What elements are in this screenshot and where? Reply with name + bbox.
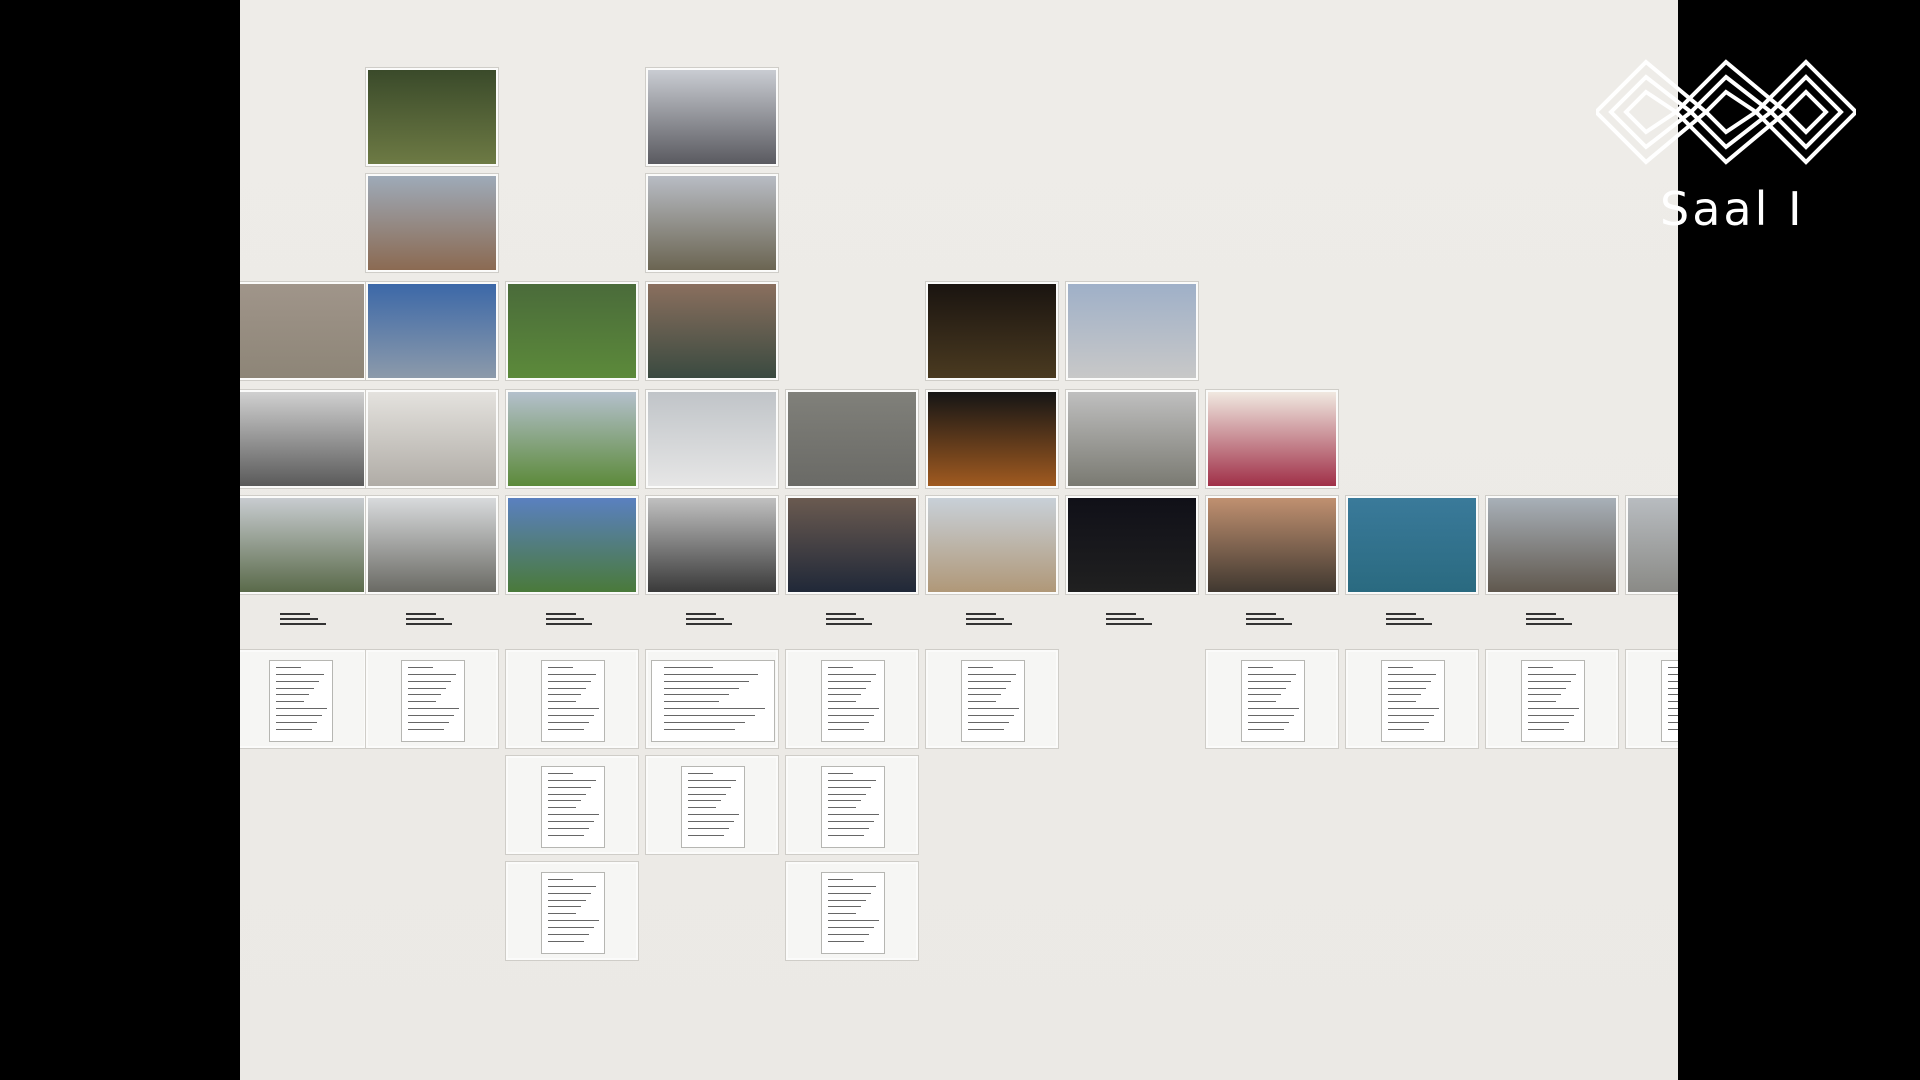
photo-tile bbox=[1066, 390, 1198, 488]
caption-block bbox=[966, 610, 1076, 632]
photo-tile bbox=[1346, 496, 1478, 594]
document-tile bbox=[506, 862, 638, 960]
photo-tile bbox=[240, 390, 366, 488]
caption-block bbox=[280, 610, 390, 632]
photo-tile bbox=[240, 282, 366, 380]
photo-tile bbox=[1486, 496, 1618, 594]
document-tile bbox=[646, 650, 778, 748]
caption-block bbox=[1106, 610, 1216, 632]
document-tile bbox=[506, 650, 638, 748]
caption-block bbox=[826, 610, 936, 632]
photo-tile bbox=[1066, 282, 1198, 380]
photo-tile bbox=[926, 496, 1058, 594]
hall-label: Saal I bbox=[1660, 182, 1805, 236]
photo-tile bbox=[786, 390, 918, 488]
document-tile bbox=[1206, 650, 1338, 748]
photo-tile bbox=[1206, 390, 1338, 488]
photo-tile bbox=[366, 496, 498, 594]
document-tile bbox=[926, 650, 1058, 748]
caption-block bbox=[1246, 610, 1356, 632]
document-tile bbox=[1346, 650, 1478, 748]
photo-tile bbox=[786, 496, 918, 594]
document-tile bbox=[1486, 650, 1618, 748]
caption-block bbox=[1386, 610, 1496, 632]
photo-tile bbox=[366, 390, 498, 488]
caption-block bbox=[546, 610, 656, 632]
photo-tile bbox=[646, 496, 778, 594]
photo-tile bbox=[646, 68, 778, 166]
photo-tile bbox=[1626, 496, 1678, 594]
document-tile bbox=[786, 862, 918, 960]
document-tile bbox=[506, 756, 638, 854]
photo-tile bbox=[506, 282, 638, 380]
photo-tile bbox=[926, 282, 1058, 380]
photo-tile bbox=[366, 174, 498, 272]
photo-tile bbox=[366, 68, 498, 166]
photo-tile bbox=[506, 390, 638, 488]
document-tile bbox=[786, 650, 918, 748]
photo-tile bbox=[926, 390, 1058, 488]
document-tile bbox=[240, 650, 366, 748]
photo-tile bbox=[240, 496, 366, 594]
document-tile bbox=[1626, 650, 1678, 748]
photo-tile bbox=[1206, 496, 1338, 594]
photo-tile bbox=[506, 496, 638, 594]
document-tile bbox=[646, 756, 778, 854]
document-tile bbox=[366, 650, 498, 748]
photo-tile bbox=[1066, 496, 1198, 594]
caption-block bbox=[686, 610, 796, 632]
photo-tile bbox=[366, 282, 498, 380]
caption-block bbox=[1526, 610, 1636, 632]
caption-block bbox=[406, 610, 516, 632]
photo-tile bbox=[646, 282, 778, 380]
photo-tile bbox=[646, 174, 778, 272]
slide-stage bbox=[240, 0, 1678, 1080]
photo-tile bbox=[646, 390, 778, 488]
document-tile bbox=[786, 756, 918, 854]
